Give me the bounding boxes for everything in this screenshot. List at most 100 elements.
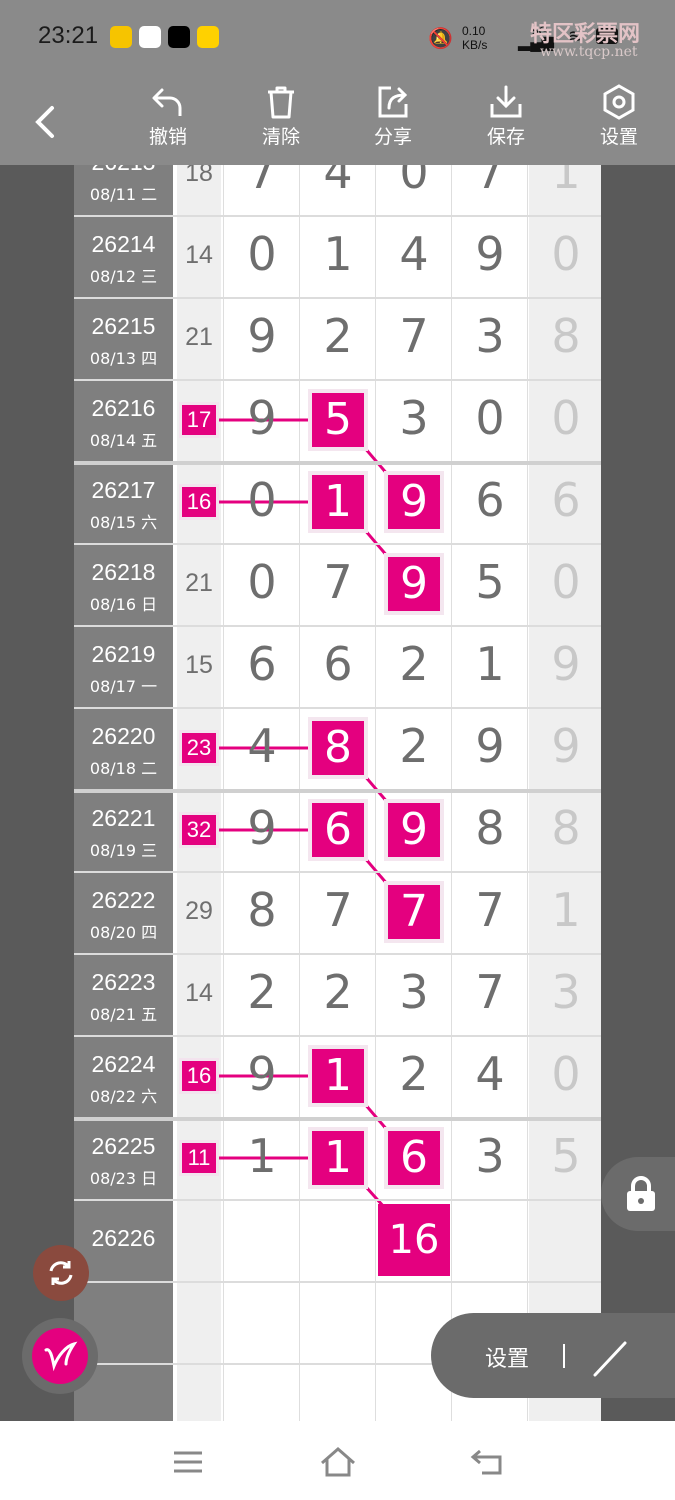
digit-cell: 6: [551, 473, 581, 527]
digit-cell: 9: [247, 801, 277, 855]
back-button[interactable]: [30, 102, 60, 146]
digit-cell: 7: [323, 555, 353, 609]
notification-avatar-icon: [139, 26, 161, 48]
digit-cell: 0: [247, 555, 277, 609]
row-divider: [74, 461, 601, 465]
back-nav-icon[interactable]: [468, 1445, 508, 1479]
prediction-box: 16: [378, 1204, 450, 1276]
trend-board[interactable]: 2621308/11 二18740712621408/12 三140149026…: [74, 165, 601, 1421]
row-divider: [74, 1281, 601, 1283]
row-divider: [74, 625, 601, 627]
issue-number: 26217: [91, 477, 156, 503]
pill-divider: [563, 1344, 565, 1368]
issue-date: 08/13 四: [89, 349, 158, 368]
digit-cell: 3: [475, 1129, 505, 1183]
settings-button[interactable]: 设置: [584, 84, 654, 149]
issue-date: 08/20 四: [89, 923, 158, 942]
digit-cell: 4: [475, 1047, 505, 1101]
share-icon: [378, 86, 408, 118]
digit-cell: 9: [551, 719, 581, 773]
sum-value: 29: [185, 897, 213, 925]
row-divider: [74, 297, 601, 299]
digit-cell: 4: [247, 719, 277, 773]
digit-cell: 9: [247, 309, 277, 363]
digit-highlight: 7: [388, 885, 440, 939]
settings-pill-label: 设置: [485, 1347, 530, 1372]
home-icon[interactable]: [318, 1445, 358, 1479]
save-button[interactable]: 保存: [471, 84, 541, 149]
digit-cell: 9: [247, 1047, 277, 1101]
digit-cell: 7: [399, 309, 429, 363]
sum-highlight: 16: [182, 487, 216, 517]
digit-highlight: 5: [312, 393, 364, 447]
digit-cell: 3: [551, 965, 581, 1019]
undo-button[interactable]: 撤销: [133, 84, 203, 149]
share-label: 分享: [373, 126, 412, 148]
sum-value: 21: [185, 323, 213, 351]
issue-date: 08/19 三: [89, 841, 158, 860]
trash-icon: [268, 86, 294, 119]
lock-button[interactable]: [601, 1157, 675, 1231]
digit-cell: 3: [399, 965, 429, 1019]
digit-cell: 5: [475, 555, 505, 609]
sum-value: 14: [185, 979, 213, 1007]
digit-cell: 1: [551, 165, 581, 199]
mute-icon: 🔕: [428, 28, 453, 50]
digit-cell: 0: [551, 1047, 581, 1101]
undo-label: 撤销: [148, 126, 187, 148]
issue-date: 08/22 六: [89, 1087, 158, 1106]
system-nav-bar: [0, 1421, 675, 1500]
issue-date: 08/17 一: [89, 677, 158, 696]
sum-highlight: 23: [182, 733, 216, 763]
row-divider: [74, 707, 601, 709]
issue-date: 08/18 二: [89, 759, 158, 778]
menu-icon[interactable]: [170, 1447, 206, 1477]
table-row: 26226: [74, 1199, 601, 1281]
digit-cell: 2: [399, 1047, 429, 1101]
digit-cell: 0: [247, 473, 277, 527]
pen-button[interactable]: [22, 1318, 98, 1394]
watermark-url: www.tqcp.net: [540, 44, 638, 60]
table-row: 26213 08/11 二 18 7 4 0 7 1: [74, 165, 601, 215]
issue-number: 26222: [91, 887, 156, 913]
digit-cell: 0: [551, 227, 581, 281]
digit-cell: 3: [399, 391, 429, 445]
table-row: 26214 08/12 三 14 0 1 4 9 0: [74, 215, 601, 297]
digit-cell: 4: [399, 227, 429, 281]
digit-cell: 9: [551, 637, 581, 691]
line-tool-button[interactable]: [571, 1317, 675, 1398]
download-icon: [490, 85, 522, 118]
issue-date: 08/12 三: [89, 267, 158, 286]
chevron-left-icon: [35, 106, 54, 138]
digit-cell: 9: [247, 391, 277, 445]
digit-highlight: 1: [312, 1131, 364, 1185]
digit-cell: 2: [399, 719, 429, 773]
row-divider: [74, 871, 601, 873]
digit-cell: 0: [399, 165, 429, 199]
share-button[interactable]: 分享: [358, 84, 428, 149]
refresh-button[interactable]: [33, 1245, 89, 1301]
pen-button-inner: [32, 1328, 88, 1384]
digit-cell: 1: [475, 637, 505, 691]
settings-pill[interactable]: 设置: [431, 1313, 675, 1398]
digit-highlight: 1: [312, 1049, 364, 1103]
digit-cell: 0: [551, 555, 581, 609]
sum-value: 18: [185, 165, 213, 187]
table-row: 26220 08/18 二 23 4 8 2 9 9: [74, 707, 601, 789]
toolbar: 撤销 清除 分享 保存 设置: [0, 72, 675, 165]
issue-number: 26225: [91, 1133, 156, 1159]
pen-scribble-icon: [44, 1341, 78, 1372]
digit-cell: 0: [247, 227, 277, 281]
digit-cell: 6: [247, 637, 277, 691]
digit-cell: 0: [475, 391, 505, 445]
table-row: 26222 08/20 四 29 8 7 7 7 1: [74, 871, 601, 953]
issue-number: 26216: [91, 395, 156, 421]
status-time: 23:21: [38, 22, 99, 49]
digit-highlight: 9: [388, 557, 440, 611]
undo-icon: [152, 88, 182, 116]
table-row: 26215 08/13 四 21 9 2 7 3 8: [74, 297, 601, 379]
issue-number: 26220: [91, 723, 156, 749]
digit-cell: 5: [551, 1129, 581, 1183]
digit-cell: 8: [475, 801, 505, 855]
clear-button[interactable]: 清除: [246, 84, 316, 149]
